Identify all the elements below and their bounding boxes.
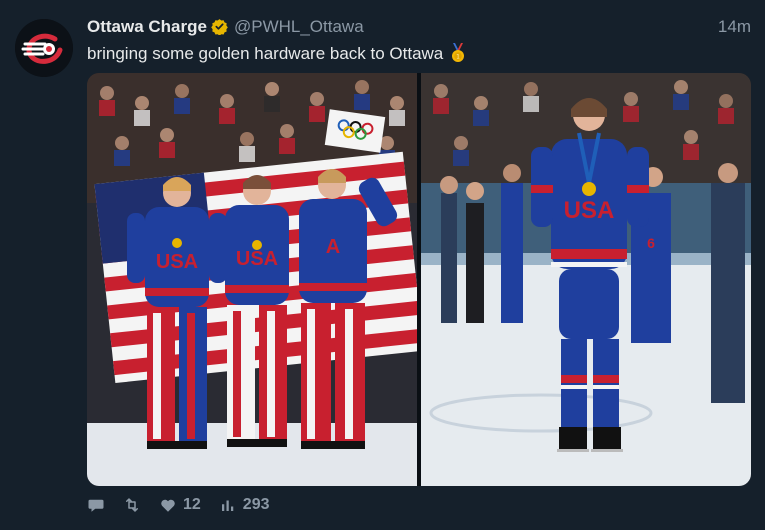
gold-medal-icon: 1: [449, 43, 467, 63]
svg-text:USA: USA: [564, 197, 615, 224]
display-name[interactable]: Ottawa Charge: [87, 17, 207, 36]
svg-text:A: A: [326, 236, 340, 258]
media-grid: USA USA A 6 USA: [87, 73, 751, 486]
tweet-text-content: bringing some golden hardware back to Ot…: [87, 44, 444, 63]
verified-badge-icon: [211, 18, 228, 36]
photo-single-player[interactable]: 6 USA: [421, 73, 751, 486]
tweet-text: bringing some golden hardware back to Ot…: [87, 43, 467, 65]
view-count: 293: [242, 496, 270, 513]
tweet-header: Ottawa Charge @PWHL_Ottawa 14m: [87, 16, 751, 38]
retweet-button[interactable]: [123, 496, 141, 514]
photo-single-player-image: 6 USA: [421, 73, 751, 486]
timestamp[interactable]: 14m: [718, 16, 751, 38]
views-button[interactable]: 293: [219, 496, 270, 514]
svg-text:6: 6: [647, 235, 655, 251]
photo-three-goalies-image: USA USA A: [87, 73, 424, 486]
ottawa-charge-logo: [15, 19, 73, 77]
heart-icon: [161, 499, 175, 512]
handle[interactable]: @PWHL_Ottawa: [234, 17, 364, 36]
avatar[interactable]: [15, 19, 73, 77]
svg-text:USA: USA: [156, 251, 198, 273]
photo-three-goalies[interactable]: USA USA A: [87, 73, 424, 486]
svg-text:1: 1: [456, 54, 460, 61]
tweet[interactable]: Ottawa Charge @PWHL_Ottawa 14m bringing s…: [0, 0, 765, 530]
tweet-actions: 12 293: [87, 494, 288, 516]
retweet-icon: [126, 498, 138, 512]
like-count: 12: [183, 496, 201, 513]
like-button[interactable]: 12: [159, 496, 201, 514]
svg-text:USA: USA: [236, 248, 278, 270]
reply-icon: [88, 499, 104, 512]
reply-button[interactable]: [87, 496, 105, 514]
bar-chart-icon: [221, 500, 234, 511]
